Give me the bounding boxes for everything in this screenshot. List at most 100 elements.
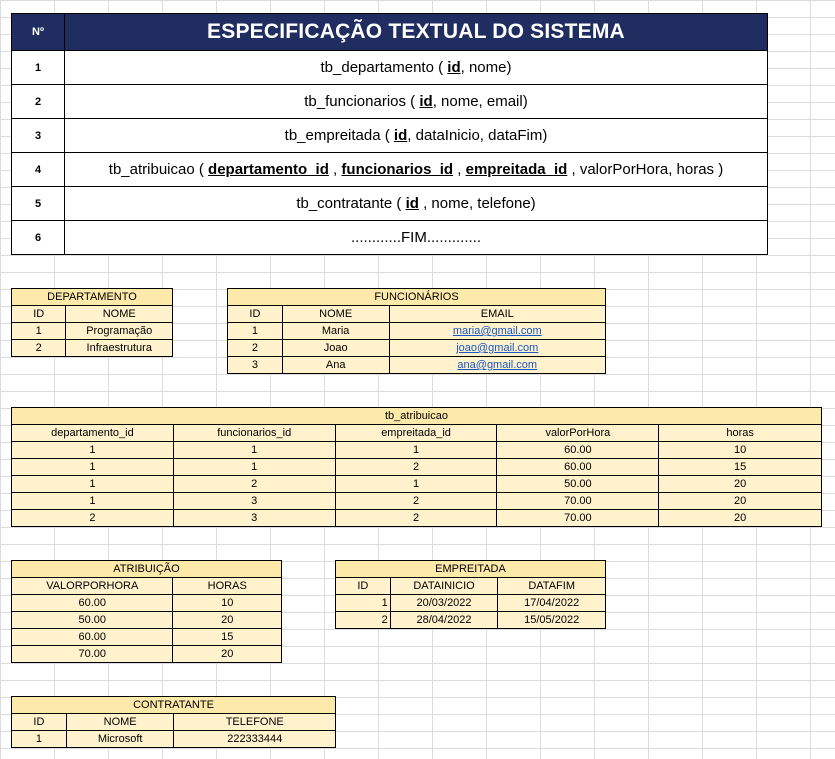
spec-row-number[interactable]: 4 bbox=[11, 152, 65, 187]
atribuicao-cell[interactable]: 70.00 bbox=[10, 645, 174, 663]
spec-row-text[interactable]: tb_empreitada ( id, dataInicio, dataFim) bbox=[64, 118, 768, 153]
funcionarios-cell[interactable]: ana@gmail.com bbox=[388, 356, 606, 374]
tb-atribuicao-title[interactable]: tb_atribuicao bbox=[11, 407, 822, 425]
tb_atribuicao-cell[interactable]: 1 bbox=[334, 475, 498, 493]
funcionarios-column-header[interactable]: EMAIL bbox=[388, 305, 606, 323]
atribuicao-cell[interactable]: 15 bbox=[172, 628, 282, 646]
tb_atribuicao-cell[interactable]: 70.00 bbox=[496, 509, 660, 527]
funcionarios-title[interactable]: FUNCIONÁRIOS bbox=[227, 288, 606, 306]
tb_atribuicao-cell[interactable]: 2 bbox=[11, 509, 174, 527]
spec-row-number[interactable]: 2 bbox=[11, 84, 65, 119]
spec-title[interactable]: ESPECIFICAÇÃO TEXTUAL DO SISTEMA bbox=[64, 13, 768, 51]
spec-row-number[interactable]: 5 bbox=[11, 186, 65, 221]
departamento-title[interactable]: DEPARTAMENTO bbox=[11, 288, 173, 306]
empreitada-column-header[interactable]: DATAFIM bbox=[497, 577, 606, 595]
tb_atribuicao-cell[interactable]: 3 bbox=[172, 509, 336, 527]
spec-header-num[interactable]: Nº bbox=[11, 13, 65, 51]
tb_atribuicao-cell[interactable]: 60.00 bbox=[496, 458, 660, 476]
funcionarios-cell[interactable]: 3 bbox=[227, 356, 283, 374]
contratante-column-header[interactable]: ID bbox=[11, 713, 67, 731]
atribuicao-column-header[interactable]: VALORPORHORA bbox=[10, 577, 174, 595]
tb_atribuicao-cell[interactable]: 1 bbox=[172, 441, 336, 459]
funcionarios-cell[interactable]: Maria bbox=[281, 322, 390, 340]
departamento-cell[interactable]: 1 bbox=[10, 322, 67, 340]
tb_atribuicao-cell[interactable]: 1 bbox=[11, 492, 174, 510]
tb_atribuicao-cell[interactable]: 1 bbox=[11, 458, 174, 476]
email-link[interactable]: maria@gmail.com bbox=[453, 325, 542, 337]
spec-row-number[interactable]: 3 bbox=[11, 118, 65, 153]
contratante-column-header[interactable]: TELEFONE bbox=[173, 713, 336, 731]
tb_atribuicao-column-header[interactable]: funcionarios_id bbox=[172, 424, 336, 442]
empreitada-column-header[interactable]: ID bbox=[335, 577, 391, 595]
empreitada-title[interactable]: EMPREITADA bbox=[335, 560, 606, 578]
funcionarios-cell[interactable]: Ana bbox=[281, 356, 390, 374]
empreitada-cell[interactable]: 1 bbox=[335, 594, 391, 612]
contratante-cell[interactable]: 222333444 bbox=[173, 730, 336, 748]
tb_atribuicao-cell[interactable]: 1 bbox=[334, 441, 498, 459]
funcionarios-cell[interactable]: maria@gmail.com bbox=[388, 322, 606, 340]
spec-row: 5 tb_contratante ( id , nome, telefone) bbox=[11, 186, 768, 221]
atribuicao-cell[interactable]: 20 bbox=[172, 645, 282, 663]
departamento-column-header[interactable]: NOME bbox=[65, 305, 173, 323]
spec-row-text[interactable]: tb_contratante ( id , nome, telefone) bbox=[64, 186, 768, 221]
tb_atribuicao-cell[interactable]: 2 bbox=[334, 509, 498, 527]
atribuicao-column-header[interactable]: HORAS bbox=[172, 577, 282, 595]
empreitada-cell[interactable]: 17/04/2022 bbox=[497, 594, 606, 612]
funcionarios-column-header[interactable]: NOME bbox=[281, 305, 390, 323]
spec-row-text[interactable]: tb_funcionarios ( id, nome, email) bbox=[64, 84, 768, 119]
spec-row-text[interactable]: tb_atribuicao ( departamento_id , funcio… bbox=[64, 152, 768, 187]
funcionarios-cell[interactable]: 1 bbox=[227, 322, 283, 340]
spec-row: 1 tb_departamento ( id, nome) bbox=[11, 50, 768, 85]
tb_atribuicao-column-header[interactable]: horas bbox=[658, 424, 822, 442]
spec-row-number[interactable]: 6 bbox=[11, 220, 65, 255]
spec-row-text[interactable]: ............FIM............. bbox=[64, 220, 768, 255]
tb_atribuicao-cell[interactable]: 1 bbox=[11, 475, 174, 493]
departamento-cell[interactable]: Infraestrutura bbox=[65, 339, 173, 357]
tb_atribuicao-column-header[interactable]: empreitada_id bbox=[334, 424, 498, 442]
tb_atribuicao-cell[interactable]: 20 bbox=[658, 492, 822, 510]
atribuicao-cell[interactable]: 60.00 bbox=[10, 628, 174, 646]
departamento-cell[interactable]: Programação bbox=[65, 322, 173, 340]
spec-row-text[interactable]: tb_departamento ( id, nome) bbox=[64, 50, 768, 85]
empreitada-cell[interactable]: 20/03/2022 bbox=[389, 594, 499, 612]
empreitada-cell[interactable]: 28/04/2022 bbox=[389, 611, 499, 629]
funcionarios-cell[interactable]: Joao bbox=[281, 339, 390, 357]
tb_atribuicao-cell[interactable]: 1 bbox=[172, 458, 336, 476]
table-row: 2 3 2 70.00 20 bbox=[11, 509, 822, 527]
departamento-cell[interactable]: 2 bbox=[10, 339, 67, 357]
tb_atribuicao-cell[interactable]: 70.00 bbox=[496, 492, 660, 510]
tb_atribuicao-column-header[interactable]: departamento_id bbox=[11, 424, 174, 442]
atribuicao-cell[interactable]: 60.00 bbox=[10, 594, 174, 612]
tb_atribuicao-cell[interactable]: 20 bbox=[658, 475, 822, 493]
funcionarios-column-header[interactable]: ID bbox=[227, 305, 283, 323]
tb_atribuicao-cell[interactable]: 15 bbox=[658, 458, 822, 476]
contratante-column-header[interactable]: NOME bbox=[65, 713, 175, 731]
tb_atribuicao-cell[interactable]: 60.00 bbox=[496, 441, 660, 459]
email-link[interactable]: joao@gmail.com bbox=[456, 342, 538, 354]
atribuicao-cell[interactable]: 10 bbox=[172, 594, 282, 612]
contratante-cell[interactable]: Microsoft bbox=[65, 730, 175, 748]
atribuicao-cell[interactable]: 20 bbox=[172, 611, 282, 629]
funcionarios-cell[interactable]: joao@gmail.com bbox=[388, 339, 606, 357]
empreitada-cell[interactable]: 15/05/2022 bbox=[497, 611, 606, 629]
tb_atribuicao-cell[interactable]: 20 bbox=[658, 509, 822, 527]
spec-row-number[interactable]: 1 bbox=[11, 50, 65, 85]
tb_atribuicao-cell[interactable]: 10 bbox=[658, 441, 822, 459]
atribuicao-title[interactable]: ATRIBUIÇÃO bbox=[11, 560, 282, 578]
tb_atribuicao-cell[interactable]: 2 bbox=[172, 475, 336, 493]
spec-other-fields: , valorPorHora, horas ) bbox=[567, 161, 724, 178]
tb_atribuicao-cell[interactable]: 2 bbox=[334, 492, 498, 510]
tb_atribuicao-cell[interactable]: 3 bbox=[172, 492, 336, 510]
contratante-cell[interactable]: 1 bbox=[11, 730, 67, 748]
tb_atribuicao-cell[interactable]: 50.00 bbox=[496, 475, 660, 493]
atribuicao-cell[interactable]: 50.00 bbox=[10, 611, 174, 629]
departamento-column-header[interactable]: ID bbox=[10, 305, 67, 323]
empreitada-cell[interactable]: 2 bbox=[335, 611, 391, 629]
tb_atribuicao-column-header[interactable]: valorPorHora bbox=[496, 424, 660, 442]
empreitada-column-header[interactable]: DATAINICIO bbox=[389, 577, 499, 595]
funcionarios-cell[interactable]: 2 bbox=[227, 339, 283, 357]
tb_atribuicao-cell[interactable]: 2 bbox=[334, 458, 498, 476]
contratante-title[interactable]: CONTRATANTE bbox=[11, 696, 336, 714]
tb_atribuicao-cell[interactable]: 1 bbox=[11, 441, 174, 459]
email-link[interactable]: ana@gmail.com bbox=[457, 359, 537, 371]
